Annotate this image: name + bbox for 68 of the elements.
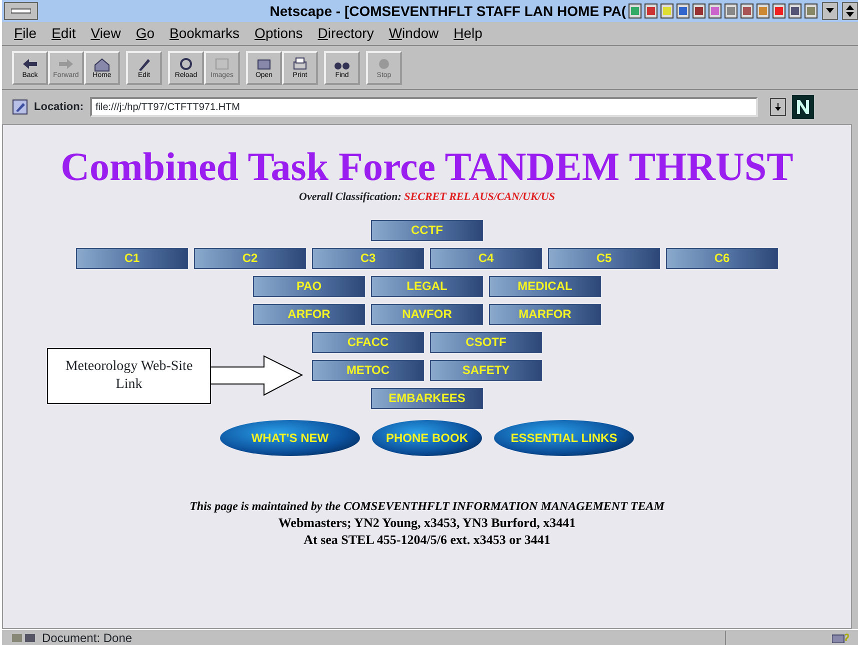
app-icon[interactable] bbox=[644, 3, 658, 19]
app-icon[interactable] bbox=[804, 3, 818, 19]
menu-item[interactable]: Window bbox=[382, 23, 448, 44]
nav-button[interactable]: C2 bbox=[194, 248, 306, 268]
menu-item[interactable]: Options bbox=[248, 23, 312, 44]
caret-icon bbox=[826, 8, 834, 14]
nav-button[interactable]: SAFETY bbox=[430, 360, 542, 380]
nav-button[interactable]: MARFOR bbox=[489, 304, 601, 324]
oval-button[interactable]: PHONE BOOK bbox=[372, 420, 482, 456]
logo-icon bbox=[792, 95, 814, 119]
nav-button[interactable]: CFACC bbox=[312, 332, 424, 352]
app-icon[interactable] bbox=[676, 3, 690, 19]
folder-icon bbox=[255, 56, 273, 72]
menu-item[interactable]: Directory bbox=[312, 23, 383, 44]
status-text: Document: Done bbox=[42, 630, 132, 645]
nav-button[interactable]: PAO bbox=[253, 276, 365, 296]
menu-item[interactable]: File bbox=[8, 23, 46, 44]
nav-button[interactable]: METOC bbox=[312, 360, 424, 380]
app-icon[interactable] bbox=[772, 3, 786, 19]
app-icon[interactable] bbox=[756, 3, 770, 19]
download-icon bbox=[774, 102, 782, 112]
maximize-button[interactable] bbox=[842, 2, 858, 20]
app-icon[interactable] bbox=[708, 3, 722, 19]
nav-button[interactable]: ARFOR bbox=[253, 304, 365, 324]
oval-button[interactable]: ESSENTIAL LINKS bbox=[494, 420, 634, 456]
house-icon bbox=[93, 56, 111, 72]
classification-text: Overall Classification: SECRET REL AUS/CAN/UK/US bbox=[299, 190, 555, 205]
app-icon[interactable] bbox=[660, 3, 674, 19]
arrow-icon bbox=[21, 56, 39, 72]
system-menu-icon[interactable] bbox=[4, 2, 38, 20]
arrow-icon bbox=[57, 56, 75, 72]
phone-text: At sea STEL 455-1204/5/6 ext. x3453 or 3441 bbox=[302, 531, 552, 549]
bookmark-icon[interactable] bbox=[12, 99, 28, 115]
app-icon[interactable] bbox=[724, 3, 738, 19]
nav-button[interactable]: NAVFOR bbox=[371, 304, 483, 324]
nav-button[interactable]: CSOTF bbox=[430, 332, 542, 352]
picture-icon bbox=[213, 56, 231, 72]
menu-item[interactable]: Bookmarks bbox=[164, 23, 249, 44]
menu-item[interactable]: Edit bbox=[46, 23, 85, 44]
page-heading: Combined Task Force TANDEM THRUST bbox=[60, 145, 794, 189]
nav-button[interactable]: C3 bbox=[312, 248, 424, 268]
oval-button[interactable]: WHAT'S NEW bbox=[220, 420, 360, 456]
window-title: Netscape - [COMSEVENTHFLT STAFF LAN HOME PA( bbox=[268, 2, 627, 21]
app-icon[interactable] bbox=[740, 3, 754, 19]
nav-button[interactable]: CCTF bbox=[371, 220, 483, 240]
up-down-icon bbox=[846, 5, 854, 17]
callout-box: Meteorology Web-Site Link bbox=[47, 348, 211, 404]
nav-button[interactable]: C6 bbox=[666, 248, 778, 268]
nav-button[interactable]: C4 bbox=[430, 248, 542, 268]
menu-item[interactable]: Help bbox=[448, 23, 492, 44]
app-icon[interactable] bbox=[692, 3, 706, 19]
nav-button[interactable]: C1 bbox=[76, 248, 188, 268]
app-icon[interactable] bbox=[788, 3, 802, 19]
menu-item[interactable]: Go bbox=[130, 23, 164, 44]
location-field[interactable]: file:///j:/hp/TT97/CTFTT971.HTM bbox=[90, 97, 758, 117]
nav-button[interactable]: C5 bbox=[548, 248, 660, 268]
printer-icon bbox=[291, 56, 309, 72]
nav-button[interactable]: EMBARKEES bbox=[371, 388, 483, 408]
reload-icon bbox=[177, 56, 195, 72]
location-label: Location: bbox=[34, 100, 84, 115]
nav-button[interactable]: LEGAL bbox=[371, 276, 483, 296]
minimize-button[interactable] bbox=[822, 2, 838, 20]
dropdown-button[interactable] bbox=[770, 98, 786, 116]
nav-button[interactable]: MEDICAL bbox=[489, 276, 601, 296]
menu-item[interactable]: View bbox=[84, 23, 130, 44]
maintainer-text: This page is maintained by the COMSEVENTHFLT INFORMATION MANAGEMENT TEAM bbox=[190, 498, 664, 514]
webmasters-text: Webmasters; YN2 Young, x3453, YN3 Burford, x3441 bbox=[277, 514, 577, 532]
app-icon[interactable] bbox=[628, 3, 642, 19]
